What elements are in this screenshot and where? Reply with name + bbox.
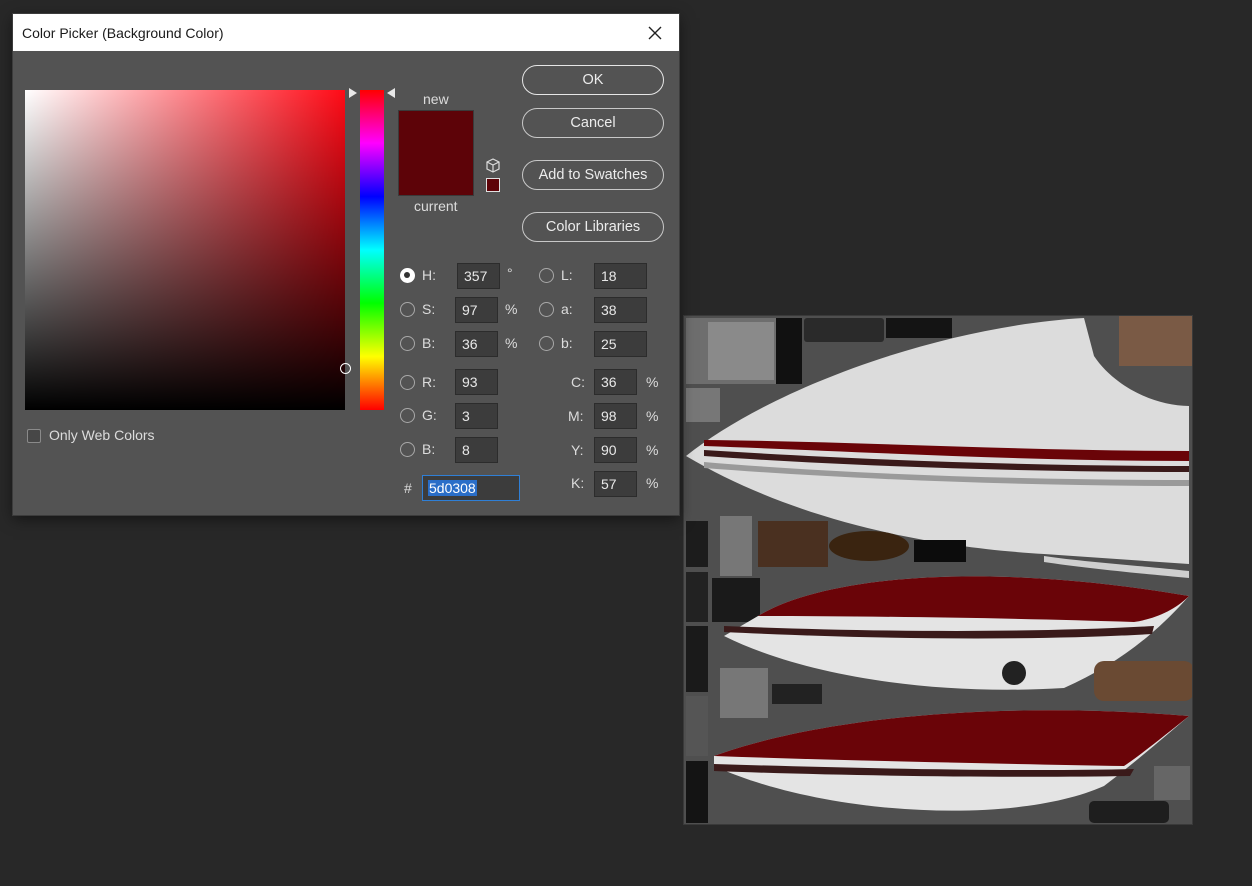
hue-slider[interactable] [360, 90, 384, 410]
black-label: K: [571, 475, 585, 491]
add-to-swatches-button[interactable]: Add to Swatches [522, 160, 664, 190]
saturation-brightness-field[interactable] [25, 90, 351, 410]
web-safe-color-swatch[interactable] [486, 178, 500, 192]
yellow-input[interactable]: 90 [594, 437, 637, 463]
only-web-colors-checkbox[interactable] [27, 429, 41, 443]
saturation-label: S: [422, 301, 436, 317]
saturation-input[interactable]: 97 [455, 297, 498, 323]
hue-slider-left-arrow[interactable] [349, 88, 357, 98]
lab-b-label: b: [561, 335, 573, 351]
lab-b-input[interactable]: 25 [594, 331, 647, 357]
brightness-radio[interactable] [400, 336, 415, 351]
saturation-unit: % [505, 301, 518, 317]
hex-input[interactable]: 5d0308 [422, 475, 520, 501]
cyan-input[interactable]: 36 [594, 369, 637, 395]
only-web-colors-label[interactable]: Only Web Colors [49, 427, 155, 443]
dialog-title: Color Picker (Background Color) [22, 24, 224, 41]
current-color-swatch[interactable] [399, 154, 473, 195]
blue-label: B: [422, 441, 436, 457]
cyan-label: C: [571, 374, 585, 390]
texture-canvas[interactable] [683, 315, 1193, 825]
lab-a-label: a: [561, 301, 573, 317]
red-label: R: [422, 374, 436, 390]
hue-slider-right-arrow[interactable] [387, 88, 395, 98]
magenta-input[interactable]: 98 [594, 403, 637, 429]
lab-l-label: L: [561, 267, 573, 283]
color-libraries-button[interactable]: Color Libraries [522, 212, 664, 242]
hex-label: # [404, 480, 412, 496]
new-color-swatch [399, 111, 473, 154]
cyan-unit: % [646, 374, 659, 390]
yellow-unit: % [646, 442, 659, 458]
close-icon[interactable] [643, 21, 667, 45]
black-unit: % [646, 475, 659, 491]
current-color-label: current [414, 198, 458, 214]
brightness-label: B: [422, 335, 436, 351]
lab-b-radio[interactable] [539, 336, 554, 351]
red-radio[interactable] [400, 375, 415, 390]
magenta-unit: % [646, 408, 659, 424]
magenta-label: M: [568, 408, 584, 424]
lab-a-radio[interactable] [539, 302, 554, 317]
hex-value-selected: 5d0308 [428, 480, 477, 496]
cancel-button[interactable]: Cancel [522, 108, 664, 138]
hue-radio[interactable] [400, 268, 415, 283]
red-input[interactable]: 93 [455, 369, 498, 395]
brightness-input[interactable]: 36 [455, 331, 498, 357]
color-picker-dialog: Color Picker (Background Color) new curr… [13, 14, 679, 515]
color-field-marker[interactable] [340, 363, 351, 374]
blue-input[interactable]: 8 [455, 437, 498, 463]
hue-input[interactable]: 357 [457, 263, 500, 289]
blue-radio[interactable] [400, 442, 415, 457]
hue-label: H: [422, 267, 436, 283]
saturation-radio[interactable] [400, 302, 415, 317]
black-input[interactable]: 57 [594, 471, 637, 497]
dialog-titlebar[interactable]: Color Picker (Background Color) [13, 14, 679, 51]
green-input[interactable]: 3 [455, 403, 498, 429]
new-color-label: new [423, 91, 449, 107]
yellow-label: Y: [571, 442, 584, 458]
ok-button[interactable]: OK [522, 65, 664, 95]
green-radio[interactable] [400, 408, 415, 423]
lab-l-radio[interactable] [539, 268, 554, 283]
hue-unit: ° [507, 265, 513, 281]
brightness-unit: % [505, 335, 518, 351]
lab-l-input[interactable]: 18 [594, 263, 647, 289]
lab-a-input[interactable]: 38 [594, 297, 647, 323]
web-safe-cube-icon[interactable] [485, 158, 501, 179]
texture-artwork [686, 316, 1192, 823]
green-label: G: [422, 407, 437, 423]
